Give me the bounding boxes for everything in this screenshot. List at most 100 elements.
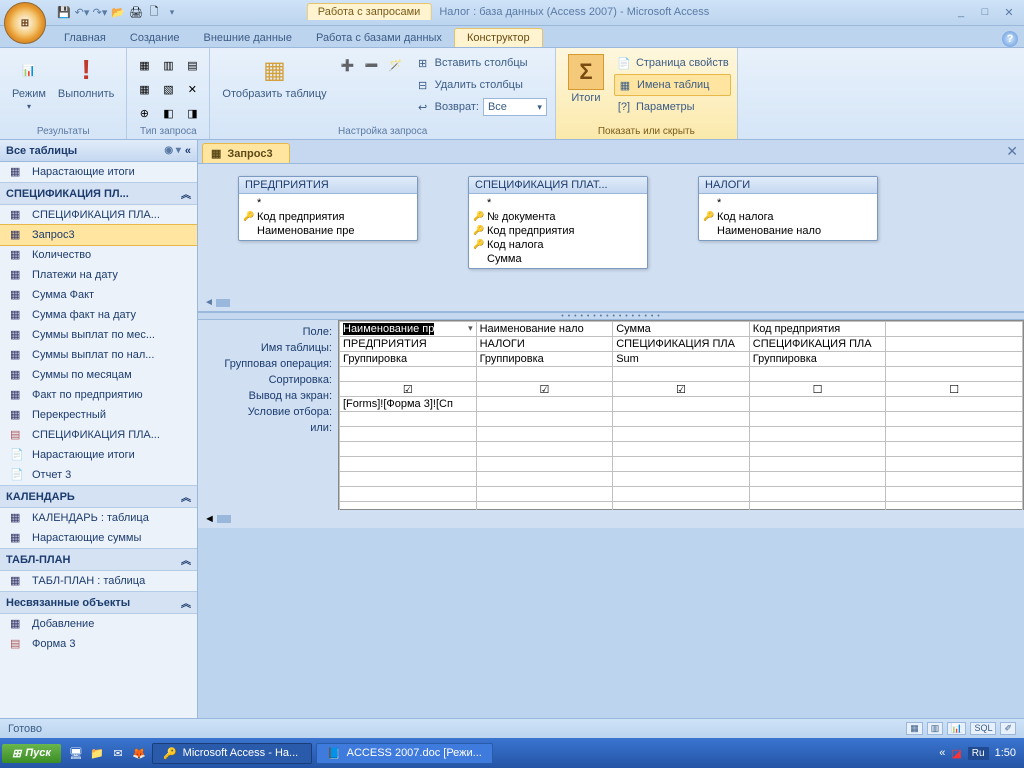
nav-item[interactable]: ▦Суммы выплат по нал... xyxy=(0,345,197,365)
new-icon[interactable]: 🗋 xyxy=(146,5,162,21)
close-doc-button[interactable]: ✕ xyxy=(1006,143,1018,160)
splitter[interactable]: • • • • • • • • • • • • • • • • xyxy=(198,312,1024,320)
nav-item[interactable]: ▦Суммы по месяцам xyxy=(0,365,197,385)
tab-create[interactable]: Создание xyxy=(118,29,192,47)
union-query-icon[interactable]: ⊕ xyxy=(133,102,155,124)
ribbon: 📊 Режим ▾ ! Выполнить Результаты ▦ ▥ ▤ ▦… xyxy=(0,48,1024,140)
lang-indicator[interactable]: Ru xyxy=(968,747,989,760)
close-button[interactable]: ✕ xyxy=(998,6,1020,19)
run-button[interactable]: ! Выполнить xyxy=(52,50,120,115)
nav-item[interactable]: ▦КАЛЕНДАРЬ : таблица xyxy=(0,508,197,528)
sql-view-icon[interactable]: SQL xyxy=(970,722,996,735)
nav-item[interactable]: ▦Количество xyxy=(0,245,197,265)
delete-cols-button[interactable]: ⊟Удалить столбцы xyxy=(413,74,549,96)
save-icon[interactable]: 💾 xyxy=(56,5,72,21)
office-button[interactable]: ⊞ xyxy=(4,2,46,44)
system-tray: « ◪ Ru 1:50 xyxy=(933,747,1022,760)
datadef-query-icon[interactable]: ◨ xyxy=(181,102,203,124)
task-word[interactable]: 📘ACCESS 2007.doc [Режи... xyxy=(316,743,493,764)
nav-category[interactable]: КАЛЕНДАРЬ︽ xyxy=(0,485,197,508)
undo-icon[interactable]: ↶▾ xyxy=(74,5,90,21)
tray-arrow-icon[interactable]: « xyxy=(939,747,945,759)
totals-button[interactable]: Σ Итоги xyxy=(562,50,610,118)
minimize-button[interactable]: _ xyxy=(950,6,972,19)
return-select: ↩ Возврат: Все▾ xyxy=(413,96,549,118)
titlebar: 💾 ↶▾ ↷▾ 📂 🖨 🗋 ▾ Работа с запросами Налог… xyxy=(0,0,1024,26)
nav-item[interactable]: ▦Платежи на дату xyxy=(0,265,197,285)
qat-dropdown-icon[interactable]: ▾ xyxy=(164,5,180,21)
nav-header[interactable]: Все таблицы ◉ ▾ « xyxy=(0,140,197,162)
design-view-icon[interactable]: ✐ xyxy=(1000,722,1016,735)
tab-external[interactable]: Внешние данные xyxy=(192,29,304,47)
maketable-query-icon[interactable]: ▤ xyxy=(181,54,203,76)
nav-category[interactable]: ТАБЛ-ПЛАН︽ xyxy=(0,548,197,571)
hscroll-tables[interactable]: ◄ xyxy=(198,294,1024,312)
nav-body[interactable]: ▦Нарастающие итогиСПЕЦИФИКАЦИЯ ПЛ...︽▦СП… xyxy=(0,162,197,718)
start-button[interactable]: ⊞Пуск xyxy=(2,744,61,763)
redo-icon[interactable]: ↷▾ xyxy=(92,5,108,21)
nav-item[interactable]: 📄Нарастающие итоги xyxy=(0,445,197,465)
delete-query-icon[interactable]: ✕ xyxy=(181,78,203,100)
tablenames-button[interactable]: ▦Имена таблиц xyxy=(614,74,731,96)
mail-icon[interactable]: ✉ xyxy=(109,744,127,762)
builder-icon[interactable]: 🪄 xyxy=(385,54,407,76)
nav-pane: Все таблицы ◉ ▾ « ▦Нарастающие итогиСПЕЦ… xyxy=(0,140,198,718)
nav-item[interactable]: ▤Форма 3 xyxy=(0,634,197,654)
nav-item[interactable]: ▦Перекрестный xyxy=(0,405,197,425)
tables-area[interactable]: ПРЕДПРИЯТИЯ*Код предприятияНаименование … xyxy=(198,164,1024,294)
hscroll-grid[interactable]: ◄ xyxy=(198,510,1024,528)
doc-tabs: ▦ Запрос3 ✕ xyxy=(198,140,1024,164)
table-box[interactable]: НАЛОГИ*Код налогаНаименование нало xyxy=(698,176,878,241)
propsheet-button[interactable]: 📄Страница свойств xyxy=(614,52,731,74)
tray-icon[interactable]: ◪ xyxy=(951,747,961,760)
nav-item[interactable]: ▦Факт по предприятию xyxy=(0,385,197,405)
maximize-button[interactable]: □ xyxy=(974,6,996,19)
grid-table[interactable]: Наименование пр▾Наименование налоСуммаКо… xyxy=(338,320,1024,510)
nav-item[interactable]: ▤СПЕЦИФИКАЦИЯ ПЛА... xyxy=(0,425,197,445)
nav-category[interactable]: Несвязанные объекты︽ xyxy=(0,591,197,614)
tab-home[interactable]: Главная xyxy=(52,29,118,47)
statusbar: Готово ▦ ▥ 📊 SQL ✐ xyxy=(0,718,1024,738)
crosstab-query-icon[interactable]: ▥ xyxy=(157,54,179,76)
nav-item[interactable]: 📄Отчет 3 xyxy=(0,465,197,485)
tab-dbtools[interactable]: Работа с базами данных xyxy=(304,29,454,47)
totalcmd-icon[interactable]: 📁 xyxy=(88,744,106,762)
tab-design[interactable]: Конструктор xyxy=(454,28,543,47)
pivotchart-view-icon[interactable]: 📊 xyxy=(947,722,966,735)
doc-tab-query3[interactable]: ▦ Запрос3 xyxy=(202,143,290,163)
nav-item[interactable]: ▦Сумма факт на дату xyxy=(0,305,197,325)
deleterows-icon[interactable]: ➖ xyxy=(361,54,383,76)
table-box[interactable]: СПЕЦИФИКАЦИЯ ПЛАТ...*№ документаКод пред… xyxy=(468,176,648,269)
nav-item[interactable]: ▦Сумма Факт xyxy=(0,285,197,305)
pivottable-view-icon[interactable]: ▥ xyxy=(927,722,944,735)
group-querytype: ▦ ▥ ▤ ▦ ▧ ✕ ⊕ ◧ ◨ Тип запроса xyxy=(127,48,210,139)
nav-item[interactable]: ▦СПЕЦИФИКАЦИЯ ПЛА... xyxy=(0,205,197,225)
params-button[interactable]: [?]Параметры xyxy=(614,96,731,118)
open-icon[interactable]: 📂 xyxy=(110,5,126,21)
help-icon[interactable]: ? xyxy=(1002,31,1018,47)
nav-item[interactable]: ▦Запрос3 xyxy=(0,224,197,246)
desktop-icon[interactable]: 🖥 xyxy=(67,744,85,762)
view-shortcuts: ▦ ▥ 📊 SQL ✐ xyxy=(906,722,1016,735)
passthrough-query-icon[interactable]: ◧ xyxy=(157,102,179,124)
nav-item[interactable]: ▦Суммы выплат по мес... xyxy=(0,325,197,345)
firefox-icon[interactable]: 🦊 xyxy=(130,744,148,762)
view-button[interactable]: 📊 Режим ▾ xyxy=(6,50,52,115)
select-query-icon[interactable]: ▦ xyxy=(133,54,155,76)
showtable-button[interactable]: ▦ Отобразить таблицу xyxy=(216,50,332,118)
nav-item[interactable]: ▦Нарастающие суммы xyxy=(0,528,197,548)
nav-item[interactable]: ▦Нарастающие итоги xyxy=(0,162,197,182)
nav-item[interactable]: ▦ТАБЛ-ПЛАН : таблица xyxy=(0,571,197,591)
task-access[interactable]: 🔑Microsoft Access - На... xyxy=(152,743,312,764)
insert-cols-button[interactable]: ⊞Вставить столбцы xyxy=(413,52,549,74)
insertrows-icon[interactable]: ➕ xyxy=(337,54,359,76)
nav-item[interactable]: ▦Добавление xyxy=(0,614,197,634)
return-dropdown[interactable]: Все▾ xyxy=(483,98,547,116)
print-icon[interactable]: 🖨 xyxy=(128,5,144,21)
nav-category[interactable]: СПЕЦИФИКАЦИЯ ПЛ...︽ xyxy=(0,182,197,205)
append-query-icon[interactable]: ▦ xyxy=(133,78,155,100)
datasheet-view-icon[interactable]: ▦ xyxy=(906,722,923,735)
collapse-nav-icon[interactable]: « xyxy=(185,145,191,157)
table-box[interactable]: ПРЕДПРИЯТИЯ*Код предприятияНаименование … xyxy=(238,176,418,241)
update-query-icon[interactable]: ▧ xyxy=(157,78,179,100)
